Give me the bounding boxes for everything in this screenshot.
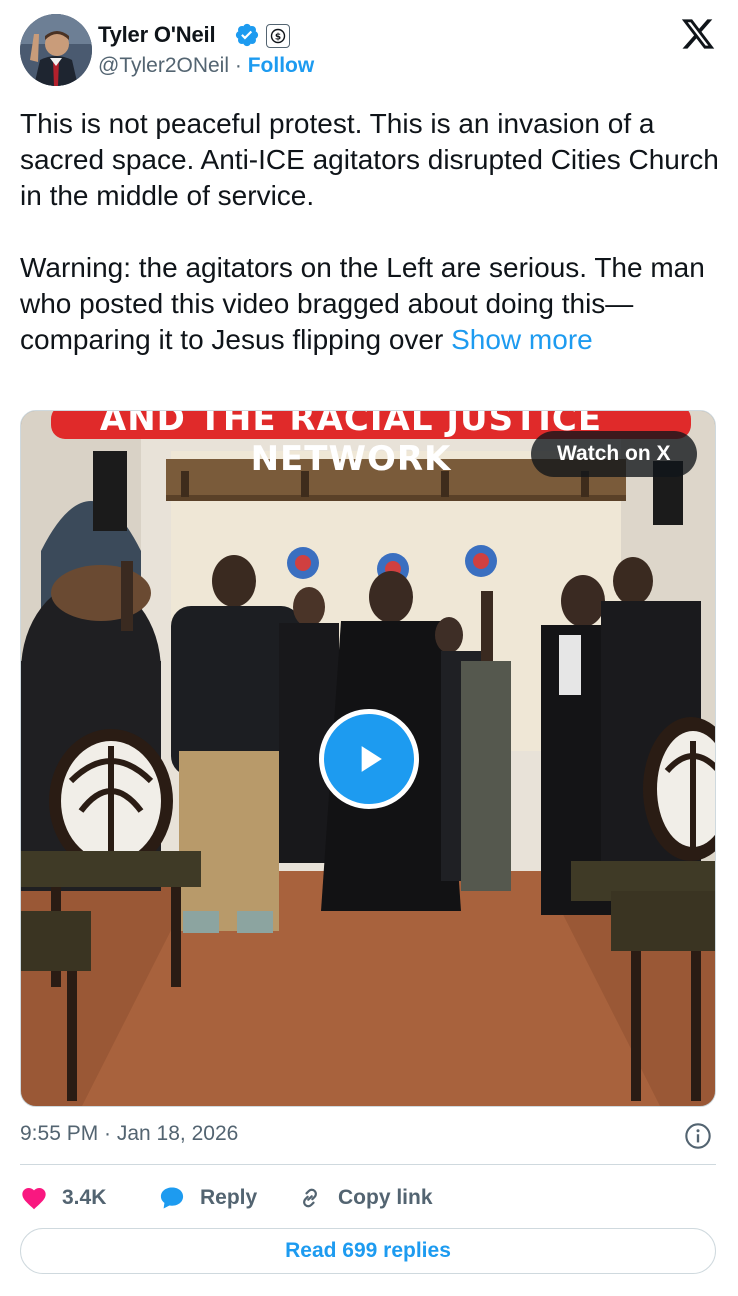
reply-label: Reply: [200, 1186, 258, 1209]
heart-icon: [22, 1187, 46, 1210]
link-icon: [303, 1188, 317, 1208]
avatar[interactable]: [20, 14, 92, 86]
tweet-paragraph-1: This is not peaceful protest. This is an…: [20, 108, 719, 211]
copy-link-label: Copy link: [338, 1186, 433, 1209]
affiliate-badge-icon: $: [266, 24, 290, 48]
show-more-link[interactable]: Show more: [451, 324, 593, 355]
copy-link-button[interactable]: Copy link: [296, 1178, 433, 1218]
follow-button[interactable]: Follow: [248, 54, 315, 77]
x-logo-icon[interactable]: [680, 16, 716, 52]
author-handle[interactable]: @Tyler2ONeil: [98, 54, 229, 77]
like-count: 3.4K: [62, 1186, 107, 1209]
tweet-paragraph-2: Warning: the agitators on the Left are s…: [20, 250, 720, 358]
timestamp[interactable]: 9:55 PM · Jan 18, 2026: [20, 1122, 238, 1146]
author-name[interactable]: Tyler O'Neil: [98, 22, 216, 48]
verified-badge-icon: [235, 23, 259, 47]
divider: [20, 1164, 716, 1165]
reply-button[interactable]: Reply: [158, 1178, 257, 1218]
tweet-text: This is not peaceful protest. This is an…: [20, 106, 720, 358]
read-replies-button[interactable]: Read 699 replies: [20, 1228, 716, 1274]
reply-bubble-icon: [160, 1187, 184, 1209]
play-button[interactable]: [319, 709, 419, 809]
separator-dot: ·: [234, 54, 242, 77]
tweet-embed-card: Tyler O'Neil $ @Tyler2ONeil · Follow Thi…: [0, 0, 738, 1296]
tweet-paragraph-2-text: Warning: the agitators on the Left are s…: [20, 252, 705, 355]
video-thumbnail[interactable]: AND THE RACIAL JUSTICE NETWORK Watch on …: [20, 410, 716, 1107]
action-bar: 3.4K Reply Copy link: [20, 1178, 716, 1218]
svg-text:$: $: [275, 33, 281, 43]
handle-row: @Tyler2ONeil · Follow: [98, 54, 314, 78]
like-button[interactable]: 3.4K: [20, 1178, 106, 1218]
play-icon: [361, 746, 382, 772]
info-icon[interactable]: [684, 1122, 712, 1150]
watch-on-x-button[interactable]: Watch on X: [531, 431, 697, 477]
